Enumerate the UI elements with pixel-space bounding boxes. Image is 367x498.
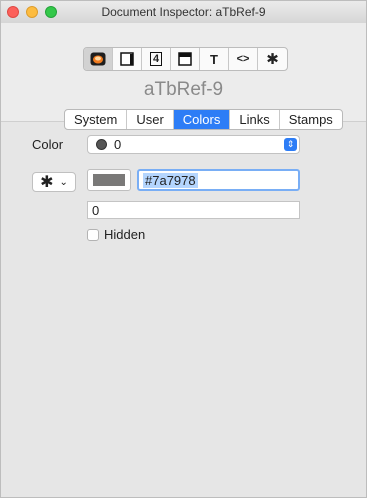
number-icon: 4 <box>149 52 163 66</box>
color-well[interactable] <box>87 169 131 191</box>
page-icon <box>120 52 134 66</box>
color-dot-icon <box>96 139 107 150</box>
code-icon: <> <box>236 53 250 65</box>
tab-user[interactable]: User <box>127 110 174 129</box>
opacity-field[interactable]: 0 <box>87 201 300 219</box>
title-bar: Document Inspector: aTbRef-9 <box>1 1 366 24</box>
attribute-inspector-button[interactable]: 4 <box>142 48 171 70</box>
text-inspector-button[interactable]: T <box>200 48 229 70</box>
window-title: Document Inspector: aTbRef-9 <box>101 5 266 19</box>
window-icon <box>178 52 192 66</box>
document-inspector-window: Document Inspector: aTbRef-9 4 T <> ✱ aT… <box>0 0 367 498</box>
color-select[interactable]: 0 ⇕ <box>87 135 300 154</box>
tab-system[interactable]: System <box>65 110 128 129</box>
gear-menu-button[interactable]: ✱ ⌄ <box>32 172 76 192</box>
hidden-label: Hidden <box>104 227 146 242</box>
tab-links[interactable]: Links <box>230 110 280 129</box>
text-icon: T <box>210 51 218 67</box>
hex-color-value: #7a7978 <box>143 173 198 188</box>
chevron-down-icon: ⌄ <box>59 176 68 188</box>
gear-icon: ✱ <box>40 174 54 191</box>
inspector-tabs: System User Colors Links Stamps <box>64 109 343 130</box>
properties-inspector-button[interactable]: ✱ <box>258 48 287 70</box>
document-name: aTbRef-9 <box>143 79 224 100</box>
appearance-inspector-button[interactable] <box>171 48 200 70</box>
general-inspector-button[interactable] <box>113 48 142 70</box>
document-inspector-button[interactable] <box>84 48 113 70</box>
action-inspector-button[interactable]: <> <box>229 48 258 70</box>
opacity-value: 0 <box>92 203 100 218</box>
inspector-toolbar: 4 T <> ✱ <box>83 47 288 71</box>
chevron-updown-icon: ⇕ <box>284 138 297 151</box>
color-label: Color <box>32 137 64 152</box>
gear-icon: ✱ <box>266 51 279 68</box>
hex-color-field[interactable]: #7a7978 <box>137 169 300 191</box>
color-swatch <box>93 174 125 186</box>
inspector-header <box>1 23 366 121</box>
color-select-value: 0 <box>114 137 122 152</box>
tab-stamps[interactable]: Stamps <box>280 110 342 129</box>
document-icon <box>90 52 106 66</box>
hidden-checkbox[interactable] <box>87 229 99 241</box>
tab-colors[interactable]: Colors <box>173 110 231 129</box>
